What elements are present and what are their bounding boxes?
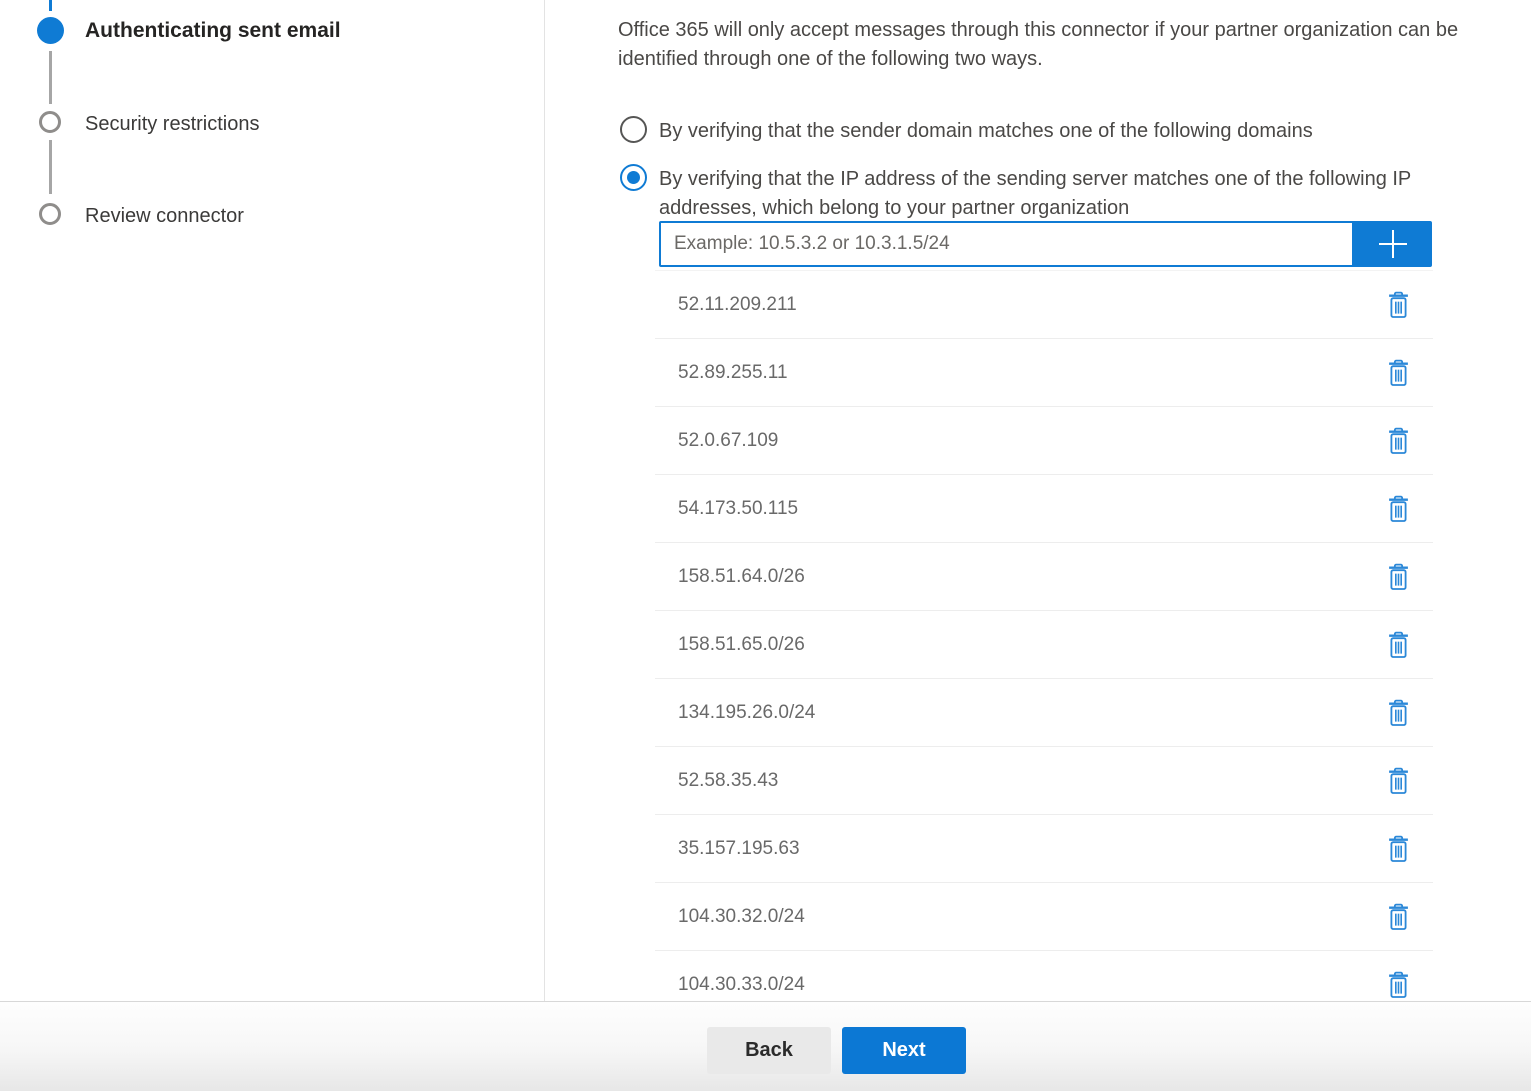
- ip-address-label: 104.30.33.0/24: [678, 974, 1379, 996]
- wizard-step-rail: Authenticating sent email Security restr…: [0, 0, 545, 1001]
- radio-selected-icon: [620, 164, 647, 191]
- ip-row: 52.89.255.11: [655, 339, 1433, 407]
- step-label: Review connector: [85, 205, 244, 228]
- ip-address-label: 158.51.65.0/26: [678, 634, 1379, 656]
- ip-address-label: 52.58.35.43: [678, 770, 1379, 792]
- delete-ip-button[interactable]: [1379, 760, 1417, 802]
- ip-row: 134.195.26.0/24: [655, 679, 1433, 747]
- trash-icon: [1387, 427, 1410, 455]
- next-button[interactable]: Next: [842, 1027, 966, 1074]
- delete-ip-button[interactable]: [1379, 692, 1417, 734]
- trash-icon: [1387, 563, 1410, 591]
- trash-icon: [1387, 495, 1410, 523]
- upcoming-step-circle-icon: [39, 203, 61, 225]
- trash-icon: [1387, 359, 1410, 387]
- ip-row: 52.58.35.43: [655, 747, 1433, 815]
- radio-label-line: By verifying that the IP address of the …: [659, 165, 1411, 194]
- delete-ip-button[interactable]: [1379, 896, 1417, 938]
- delete-ip-button[interactable]: [1379, 352, 1417, 394]
- step-connector-line: [49, 51, 52, 104]
- add-ip-button[interactable]: [1354, 221, 1432, 267]
- step-label: Security restrictions: [85, 113, 260, 136]
- connector-wizard-page: Authenticating sent email Security restr…: [0, 0, 1531, 1091]
- ip-address-label: 134.195.26.0/24: [678, 702, 1379, 724]
- ip-address-label: 54.173.50.115: [678, 498, 1379, 520]
- trash-icon: [1387, 971, 1410, 999]
- trash-icon: [1387, 699, 1410, 727]
- trash-icon: [1387, 631, 1410, 659]
- ip-row: 54.173.50.115: [655, 475, 1433, 543]
- radio-unselected-icon: [620, 116, 647, 143]
- trash-icon: [1387, 291, 1410, 319]
- ip-row: 104.30.33.0/24: [655, 951, 1433, 1001]
- trash-icon: [1387, 767, 1410, 795]
- description-line: identified through one of the following …: [618, 45, 1458, 74]
- ip-row: 52.0.67.109: [655, 407, 1433, 475]
- back-button[interactable]: Back: [707, 1027, 831, 1074]
- delete-ip-button[interactable]: [1379, 488, 1417, 530]
- radio-option-sender-domain[interactable]: By verifying that the sender domain matc…: [620, 116, 1520, 144]
- ip-address-label: 104.30.32.0/24: [678, 906, 1379, 928]
- active-step-dot-icon: [37, 17, 64, 44]
- ip-entry-row: [659, 221, 1432, 267]
- ip-address-input[interactable]: [659, 221, 1354, 267]
- step-connector-line: [49, 140, 52, 194]
- ip-row: 35.157.195.63: [655, 815, 1433, 883]
- radio-label-line: addresses, which belong to your partner …: [659, 194, 1411, 223]
- delete-ip-button[interactable]: [1379, 420, 1417, 462]
- step-label: Authenticating sent email: [85, 19, 341, 43]
- delete-ip-button[interactable]: [1379, 284, 1417, 326]
- trash-icon: [1387, 903, 1410, 931]
- ip-list: 52.11.209.211 52.89.255.11: [655, 270, 1433, 1001]
- description-line: Office 365 will only accept messages thr…: [618, 16, 1458, 45]
- radio-option-label: By verifying that the IP address of the …: [659, 165, 1411, 223]
- delete-ip-button[interactable]: [1379, 964, 1417, 1002]
- delete-ip-button[interactable]: [1379, 556, 1417, 598]
- plus-icon: [1376, 227, 1410, 261]
- step-connector-line-completed: [49, 0, 52, 11]
- trash-icon: [1387, 835, 1410, 863]
- ip-address-label: 35.157.195.63: [678, 838, 1379, 860]
- ip-row: 52.11.209.211: [655, 271, 1433, 339]
- delete-ip-button[interactable]: [1379, 624, 1417, 666]
- ip-address-label: 52.11.209.211: [678, 294, 1379, 316]
- upcoming-step-circle-icon: [39, 111, 61, 133]
- radio-option-ip-address[interactable]: By verifying that the IP address of the …: [620, 164, 1520, 220]
- step-description: Office 365 will only accept messages thr…: [618, 16, 1458, 74]
- ip-address-label: 52.89.255.11: [678, 362, 1379, 384]
- ip-row: 104.30.32.0/24: [655, 883, 1433, 951]
- radio-option-label: By verifying that the sender domain matc…: [659, 117, 1313, 146]
- step-content-panel: Office 365 will only accept messages thr…: [546, 0, 1531, 1001]
- ip-row: 158.51.65.0/26: [655, 611, 1433, 679]
- ip-address-label: 52.0.67.109: [678, 430, 1379, 452]
- ip-row: 158.51.64.0/26: [655, 543, 1433, 611]
- delete-ip-button[interactable]: [1379, 828, 1417, 870]
- wizard-footer: Back Next: [0, 1001, 1531, 1091]
- ip-address-label: 158.51.64.0/26: [678, 566, 1379, 588]
